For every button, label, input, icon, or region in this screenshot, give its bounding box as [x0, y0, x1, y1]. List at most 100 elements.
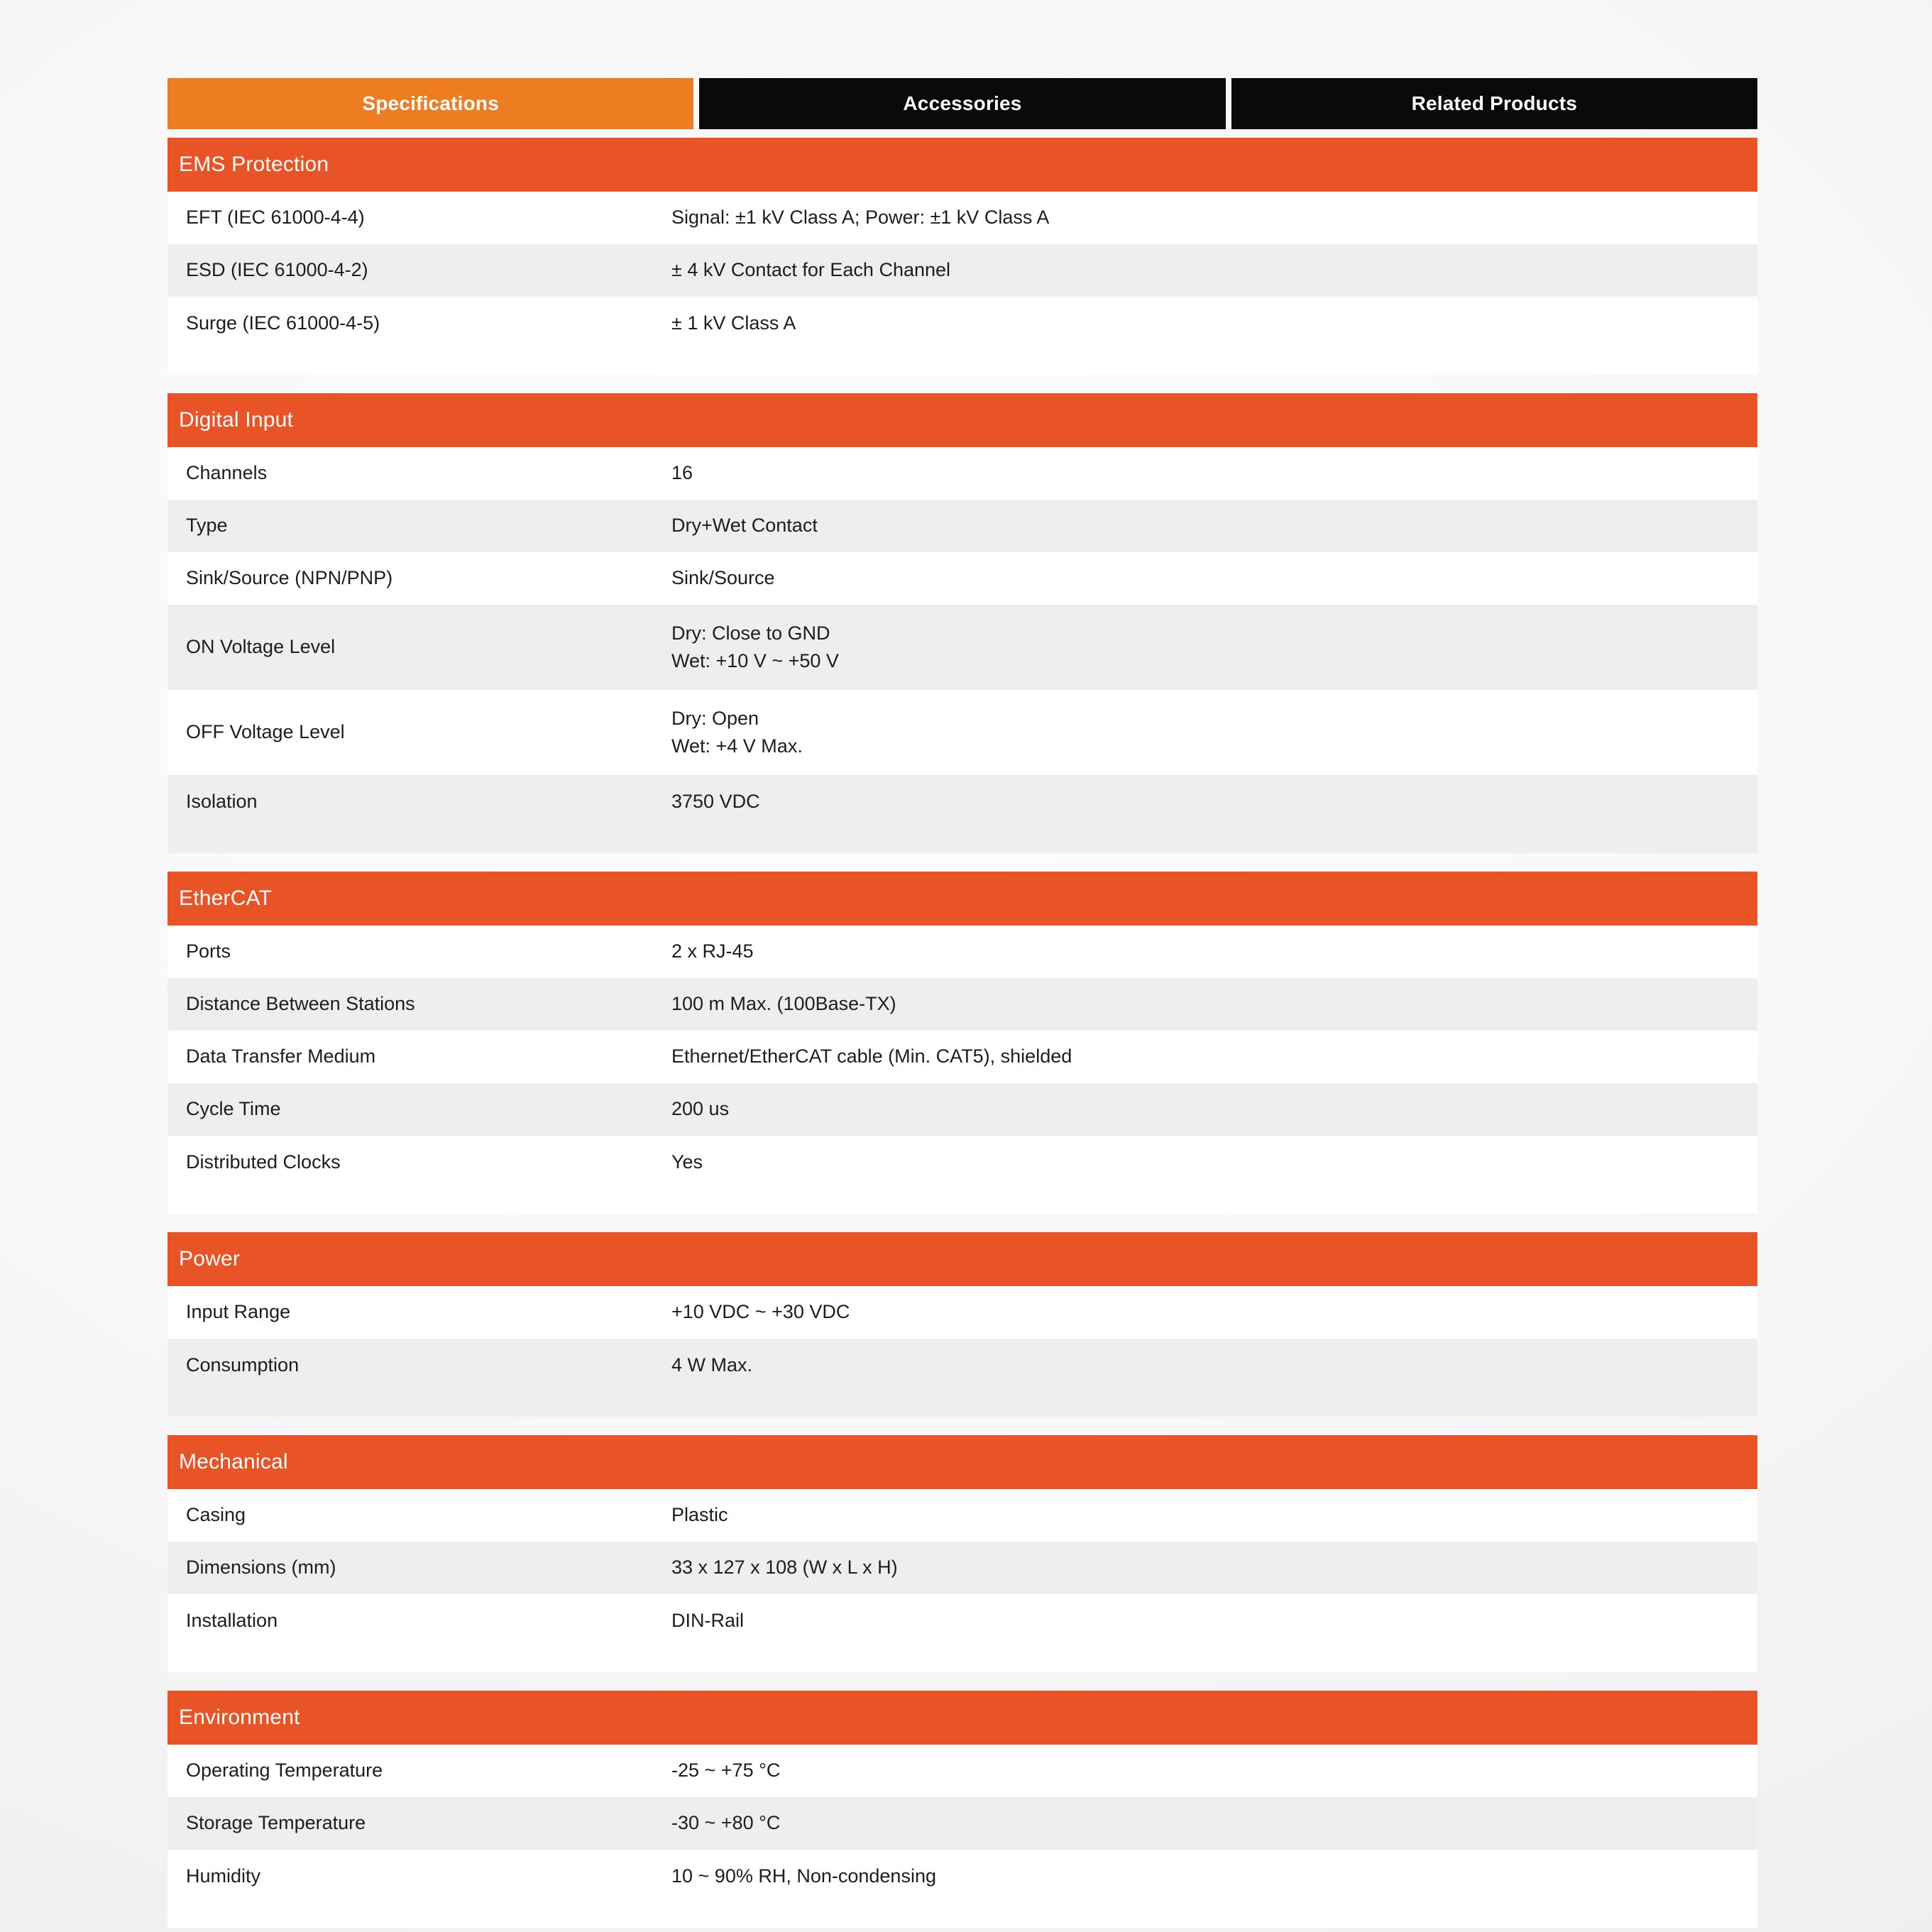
spec-row-list: Input Range +10 VDC ~ +30 VDC Consumption 4… [168, 1286, 1757, 1417]
table-row: Operating Temperature -25 ~ +75 °C [168, 1745, 1757, 1797]
spec-group: EtherCAT Ports 2 x RJ-45 Distance Between S… [168, 872, 1757, 1214]
spec-label: Consumption [186, 1354, 300, 1376]
table-row: Channels 16 [168, 447, 1757, 500]
tab-specifications[interactable]: Specifications [168, 78, 694, 129]
spec-group-header: EtherCAT [168, 872, 1757, 926]
spec-group: Power Input Range +10 VDC ~ +30 VDC Consump… [168, 1232, 1757, 1417]
spec-row-list: Channels 16 Type Dry+Wet Contact Sink/Source… [168, 447, 1757, 853]
table-row: ESD (IEC 61000-4-2) ± 4 kV Contact for Ea… [168, 244, 1757, 297]
spec-group-title: Environment [179, 1706, 300, 1729]
spec-group-title: Digital Input [179, 408, 294, 432]
spec-value: 100 m Max. (100Base-TX) [671, 993, 896, 1015]
spec-value: 2 x RJ-45 [671, 940, 754, 962]
spec-label: Dimensions (mm) [186, 1557, 336, 1579]
spec-value: Sink/Source [671, 567, 775, 589]
table-row: Consumption 4 W Max. [168, 1339, 1757, 1417]
spec-value: 16 [671, 462, 693, 484]
table-row: Input Range +10 VDC ~ +30 VDC [168, 1286, 1757, 1339]
table-row: Isolation 3750 VDC [168, 775, 1757, 853]
tab-label: Accessories [903, 92, 1022, 114]
spec-value: Dry: Open Wet: +4 V Max. [671, 707, 803, 757]
spec-value: 33 x 127 x 108 (W x L x H) [671, 1557, 898, 1579]
spec-value: 3750 VDC [671, 791, 760, 812]
table-row: Cycle Time 200 us [168, 1083, 1757, 1136]
spec-group-title: EtherCAT [179, 887, 273, 910]
spec-row-list: EFT (IEC 61000-4-4) Signal: ±1 kV Class A… [168, 192, 1757, 375]
table-row: Storage Temperature -30 ~ +80 °C [168, 1797, 1757, 1850]
spec-value: ± 4 kV Contact for Each Channel [671, 259, 951, 281]
specification-page: Specifications Accessories Related Product… [0, 0, 1932, 1932]
tab-label: Specifications [362, 92, 499, 114]
table-row: Distributed Clocks Yes [168, 1136, 1757, 1214]
spec-row-list: Casing Plastic Dimensions (mm) 33 x 127 x 1… [168, 1489, 1757, 1672]
spec-value: Signal: ±1 kV Class A; Power: ±1 kV Clas… [671, 207, 1050, 229]
spec-group-header: Power [168, 1232, 1757, 1286]
table-row: EFT (IEC 61000-4-4) Signal: ±1 kV Class A… [168, 192, 1757, 244]
tab-label: Related Products [1411, 92, 1578, 114]
spec-label: Humidity [186, 1865, 261, 1887]
spec-label: Sink/Source (NPN/PNP) [186, 567, 393, 589]
spec-value: 10 ~ 90% RH, Non-condensing [671, 1865, 936, 1887]
spec-label: Channels [186, 462, 268, 484]
spec-label: Data Transfer Medium [186, 1045, 376, 1067]
spec-label: Cycle Time [186, 1098, 281, 1120]
table-row: Type Dry+Wet Contact [168, 500, 1757, 552]
spec-group-header: EMS Protection [168, 138, 1757, 192]
spec-label: Input Range [186, 1301, 291, 1323]
spec-value: -30 ~ +80 °C [671, 1812, 781, 1834]
spec-value: ± 1 kV Class A [671, 312, 796, 334]
spec-group-title: EMS Protection [179, 153, 329, 176]
spec-label: Distributed Clocks [186, 1151, 341, 1173]
spec-group-header: Digital Input [168, 393, 1757, 447]
spec-value: 200 us [671, 1098, 730, 1120]
table-row: Surge (IEC 61000-4-5) ± 1 kV Class A [168, 297, 1757, 375]
content-container: Specifications Accessories Related Product… [168, 78, 1757, 1928]
spec-group-title: Power [179, 1247, 241, 1270]
spec-label: Distance Between Stations [186, 993, 415, 1015]
spec-value: +10 VDC ~ +30 VDC [671, 1301, 850, 1323]
spec-value: -25 ~ +75 °C [671, 1760, 781, 1782]
table-row: Installation DIN-Rail [168, 1594, 1757, 1672]
table-row: Data Transfer Medium Ethernet/EtherCAT ca… [168, 1031, 1757, 1083]
spec-group: EMS Protection EFT (IEC 61000-4-4) Signal:… [168, 138, 1757, 375]
spec-row-list: Operating Temperature -25 ~ +75 °C Storage… [168, 1745, 1757, 1928]
spec-value: Dry+Wet Contact [671, 515, 818, 537]
table-row: Sink/Source (NPN/PNP) Sink/Source [168, 552, 1757, 605]
spec-value: Yes [671, 1151, 703, 1173]
spec-value: Dry: Close to GND Wet: +10 V ~ +50 V [671, 622, 839, 671]
table-row: ON Voltage Level Dry: Close to GND Wet: +… [168, 605, 1757, 690]
spec-group: Environment Operating Temperature -25 ~ +7… [168, 1691, 1757, 1928]
spec-label: Surge (IEC 61000-4-5) [186, 312, 380, 334]
product-tab-bar: Specifications Accessories Related Product… [168, 78, 1757, 129]
spec-row-list: Ports 2 x RJ-45 Distance Between Stations 1… [168, 926, 1757, 1214]
table-row: OFF Voltage Level Dry: Open Wet: +4 V Max… [168, 690, 1757, 775]
spec-label: Type [186, 515, 228, 537]
spec-group-header: Mechanical [168, 1435, 1757, 1489]
spec-label: Operating Temperature [186, 1760, 383, 1782]
spec-label: Installation [186, 1610, 278, 1631]
spec-label: Storage Temperature [186, 1812, 366, 1834]
table-row: Ports 2 x RJ-45 [168, 926, 1757, 978]
spec-label: OFF Voltage Level [186, 721, 345, 743]
spec-value: 4 W Max. [671, 1354, 753, 1376]
spec-label: Casing [186, 1504, 246, 1526]
spec-value: Plastic [671, 1504, 728, 1526]
spec-value: DIN-Rail [671, 1610, 745, 1631]
spec-group-title: Mechanical [179, 1450, 288, 1473]
table-row: Distance Between Stations 100 m Max. (100… [168, 978, 1757, 1031]
table-row: Casing Plastic [168, 1489, 1757, 1542]
spec-label: Isolation [186, 791, 258, 812]
specifications-table: EMS Protection EFT (IEC 61000-4-4) Signal:… [168, 138, 1757, 1928]
tab-related-products[interactable]: Related Products [1231, 78, 1757, 129]
spec-group: Digital Input Channels 16 Type Dry+Wet Conta… [168, 393, 1757, 853]
spec-label: EFT (IEC 61000-4-4) [186, 207, 365, 229]
spec-label: ESD (IEC 61000-4-2) [186, 259, 368, 281]
table-row: Humidity 10 ~ 90% RH, Non-condensing [168, 1850, 1757, 1928]
spec-group: Mechanical Casing Plastic Dimensions (mm) 33… [168, 1435, 1757, 1672]
table-row: Dimensions (mm) 33 x 127 x 108 (W x L x H… [168, 1542, 1757, 1594]
spec-label: ON Voltage Level [186, 636, 336, 658]
spec-value: Ethernet/EtherCAT cable (Min. CAT5), shi… [671, 1045, 1072, 1067]
tab-accessories[interactable]: Accessories [699, 78, 1226, 129]
spec-group-header: Environment [168, 1691, 1757, 1745]
spec-label: Ports [186, 940, 231, 962]
